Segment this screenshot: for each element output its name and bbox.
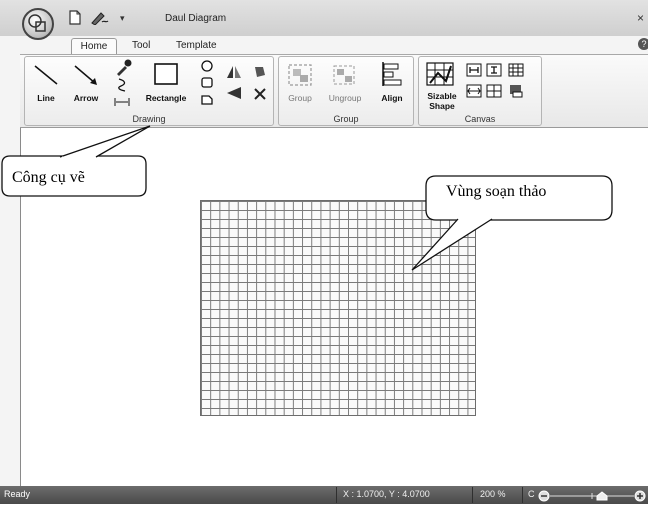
grid-toggle-icon[interactable]	[508, 63, 524, 77]
zoom-prefix: C	[528, 489, 535, 499]
tab-home[interactable]: Home	[71, 38, 117, 54]
line-button-label[interactable]: Line	[28, 93, 64, 103]
sizable-shape-button-label[interactable]: Sizable Shape	[424, 91, 460, 111]
dimension-line-icon[interactable]	[114, 97, 130, 107]
help-icon[interactable]: ?	[638, 38, 648, 50]
rectangle-button-label[interactable]: Rectangle	[140, 93, 192, 103]
eyedropper-icon[interactable]	[113, 58, 133, 76]
quick-access-dropdown[interactable]: ▾	[120, 13, 125, 24]
status-divider	[336, 487, 337, 503]
status-ready-text: Ready	[4, 489, 31, 499]
tools-callout-label: Công cụ vẽ	[12, 169, 85, 186]
zoom-slider-graphic	[538, 490, 646, 502]
group-icon[interactable]	[286, 62, 314, 88]
zoom-slider[interactable]	[538, 489, 646, 502]
fill-color-icon[interactable]	[250, 63, 270, 107]
group-group-label: Group	[333, 114, 359, 124]
window-title: Daul Diagram	[165, 13, 227, 24]
app-menu-button[interactable]	[22, 8, 54, 40]
curve-icon[interactable]	[116, 78, 128, 92]
document-new-icon[interactable]	[68, 10, 82, 25]
shapes-icon	[28, 14, 46, 32]
shape-variants-icon[interactable]	[199, 60, 215, 108]
zoom-level: 200 %	[480, 489, 506, 499]
align-button-label[interactable]: Align	[372, 93, 412, 103]
ungroup-button-label[interactable]: Ungroup	[322, 93, 368, 103]
group-button-label[interactable]: Group	[280, 93, 320, 103]
flip-rotate-icon[interactable]	[224, 63, 244, 107]
status-divider	[522, 487, 523, 503]
rectangle-icon[interactable]	[150, 60, 182, 88]
tab-tool[interactable]: Tool	[132, 38, 150, 53]
ungroup-icon[interactable]	[330, 62, 358, 88]
close-button[interactable]: ×	[637, 11, 644, 25]
pen-edit-icon[interactable]	[90, 10, 110, 25]
canvas-group-label: Canvas	[464, 114, 496, 124]
canvas-height-icon[interactable]	[486, 63, 502, 77]
arrow-button-label[interactable]: Arrow	[68, 93, 104, 103]
cursor-coordinates: X : 1.0700, Y : 4.0700	[343, 489, 430, 499]
status-divider	[472, 487, 473, 503]
align-icon[interactable]	[380, 60, 404, 88]
canvas-size-icon[interactable]	[486, 84, 502, 98]
editor-callout-label: Vùng soạn thảo	[446, 183, 547, 200]
app-window: ▾ Daul Diagram × Home Tool Template ? Li…	[0, 0, 648, 504]
canvas-background-icon[interactable]	[508, 84, 524, 98]
sizable-shape-icon[interactable]	[424, 60, 456, 88]
tab-template[interactable]: Template	[176, 38, 217, 53]
sizable-shape-label-line1: Sizable	[427, 91, 457, 101]
tools-callout-bubble	[1, 125, 151, 197]
canvas-width-icon[interactable]	[466, 63, 482, 77]
line-icon[interactable]	[32, 62, 60, 88]
arrow-icon[interactable]	[72, 62, 100, 88]
canvas-fit-icon[interactable]	[466, 84, 482, 98]
sizable-shape-label-line2: Shape	[429, 101, 455, 111]
